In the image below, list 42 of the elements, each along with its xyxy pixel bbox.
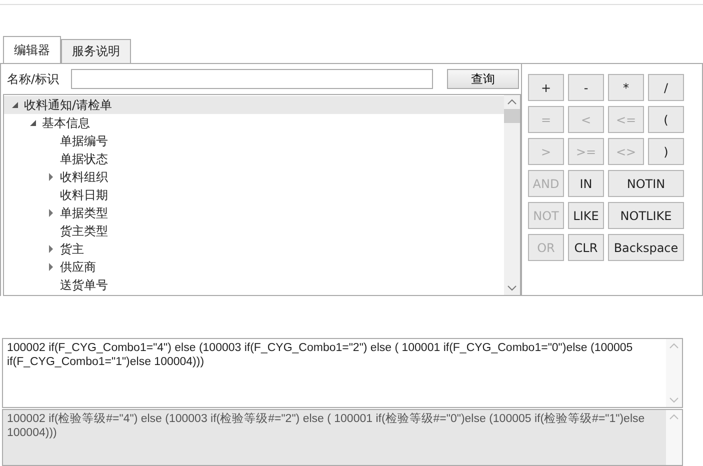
tree-item[interactable]: 货主 — [4, 240, 504, 258]
tree-item[interactable]: 基本信息 — [4, 114, 504, 132]
tree-item[interactable]: 收料日期 — [4, 186, 504, 204]
query-button[interactable]: 查询 — [447, 69, 519, 89]
operator-button[interactable]: CLR — [568, 234, 604, 261]
operator-button[interactable]: Backspace — [608, 234, 684, 261]
operator-button[interactable]: NOTLIKE — [608, 202, 684, 229]
search-label: 名称/标识 — [7, 70, 60, 88]
tree-item[interactable]: 单据状态 — [4, 150, 504, 168]
tab[interactable]: 编辑器 — [3, 36, 61, 63]
tree-item[interactable]: 单据类型 — [4, 204, 504, 222]
collapsed-icon[interactable] — [47, 173, 55, 181]
expanded-icon[interactable] — [11, 101, 19, 109]
collapsed-icon[interactable] — [47, 245, 55, 253]
operator-button[interactable]: NOTIN — [608, 170, 684, 197]
collapsed-icon[interactable] — [47, 263, 55, 271]
expression-text: 100002 if(F_CYG_Combo1="4") else (100003 if(F_CYG_Combo1="2") else ( 100001 if(F_CYG_Combo1="0")else (100005 if(F_CYG_Combo1="1")else 100004))) — [6, 341, 634, 370]
tab[interactable]: 服务说明 — [61, 39, 131, 63]
collapsed-icon[interactable] — [47, 209, 55, 217]
operator-button[interactable]: / — [648, 74, 684, 101]
search-field[interactable] — [71, 69, 433, 89]
operator-button[interactable]: ( — [648, 106, 684, 133]
scroll-down-icon[interactable] — [507, 285, 517, 291]
operator-button[interactable]: * — [608, 74, 644, 101]
operator-button[interactable]: - — [568, 74, 604, 101]
expression-box[interactable]: 100002 if(F_CYG_Combo1="4") else (100003 if(F_CYG_Combo1="2") else ( 100001 if(F_CYG_Combo1="0")else (100005 if(F_CYG_Combo1="1")else 100004))) — [2, 338, 683, 408]
tree-item[interactable]: 货主类型 — [4, 222, 504, 240]
scroll-up-icon[interactable] — [507, 99, 517, 105]
expanded-icon[interactable] — [29, 119, 37, 127]
operator-button[interactable]: ) — [648, 138, 684, 165]
scrollbar[interactable] — [504, 95, 520, 295]
operator-button[interactable]: LIKE — [568, 202, 604, 229]
description-text: 100002 if(检验等级#="4") else (100003 if(检验等级#="2") else ( 100001 if(检验等级#="0")else (100005 if(检验等级#="1")else 100004))) — [6, 412, 646, 441]
tree-item[interactable]: 供应商 — [4, 258, 504, 276]
scrollbar[interactable] — [666, 410, 682, 465]
operator-button[interactable]: + — [528, 74, 564, 101]
tree-item[interactable]: 收料通知/请检单 — [4, 96, 504, 114]
operator-button[interactable]: IN — [568, 170, 604, 197]
tree-item[interactable]: 送货单号 — [4, 276, 504, 294]
scroll-thumb[interactable] — [504, 109, 520, 123]
tree-item[interactable]: 收料组织 — [4, 168, 504, 186]
tree-item[interactable]: 单据编号 — [4, 132, 504, 150]
